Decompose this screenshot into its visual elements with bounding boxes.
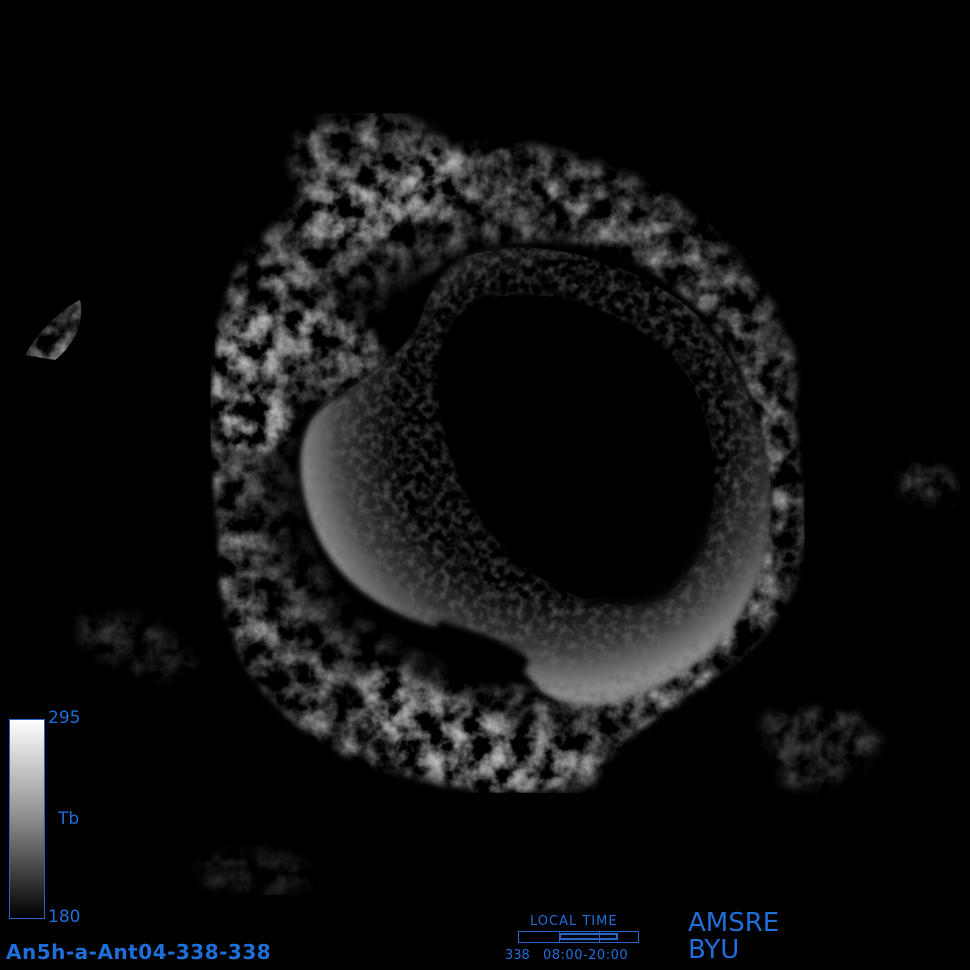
colorbar-min-label: 180 <box>48 907 81 927</box>
local-time-title: LOCAL TIME <box>530 914 618 929</box>
sensor-label: AMSRE <box>688 908 780 938</box>
colorbar-unit-label: Tb <box>58 809 80 829</box>
local-time-window <box>559 933 618 940</box>
colorbar-max-label: 295 <box>48 708 81 728</box>
colorbar <box>9 719 45 919</box>
institution-label: BYU <box>688 935 740 965</box>
brightness-temperature-map <box>0 0 970 970</box>
local-time-day: 338 <box>505 948 530 963</box>
local-time-range: 08:00-20:00 <box>543 948 629 963</box>
file-name-label: An5h-a-Ant04-338-338 <box>6 940 272 964</box>
local-time-bar <box>518 931 639 943</box>
